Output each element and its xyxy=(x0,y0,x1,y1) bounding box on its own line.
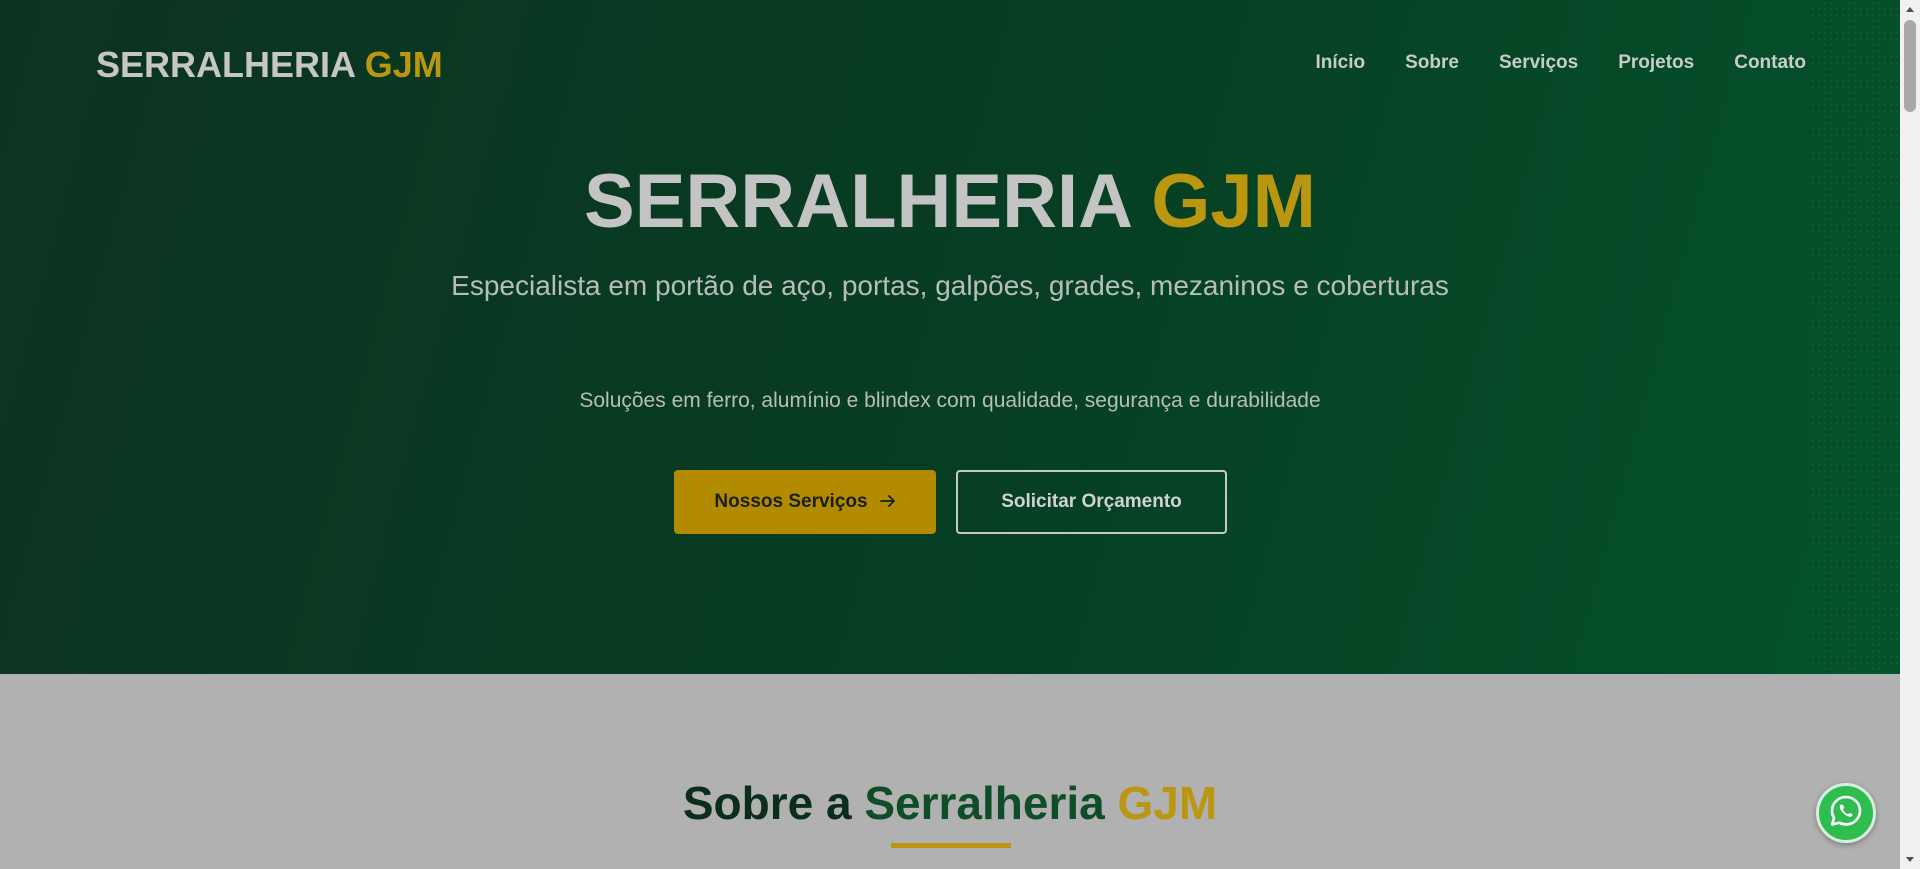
hero-section: SERRALHERIA GJM Início Sobre Serviços Pr… xyxy=(0,0,1900,674)
nav-item-sobre[interactable]: Sobre xyxy=(1405,52,1459,74)
whatsapp-icon xyxy=(1828,793,1864,834)
services-button[interactable]: Nossos Serviços xyxy=(674,470,936,534)
quote-button[interactable]: Solicitar Orçamento xyxy=(956,470,1227,534)
nav-item-servicos[interactable]: Serviços xyxy=(1499,52,1578,74)
arrow-right-icon xyxy=(879,491,896,514)
scroll-up-arrow-icon[interactable] xyxy=(1900,0,1920,18)
about-title-green: Serralheria xyxy=(864,777,1105,829)
hero-title-text: SERRALHERIA xyxy=(584,159,1131,244)
whatsapp-button[interactable] xyxy=(1816,783,1876,843)
hero-tagline: Soluções em ferro, alumínio e blindex co… xyxy=(579,389,1321,412)
logo-text: SERRALHERIA xyxy=(96,44,355,85)
about-title-prefix: Sobre a xyxy=(682,777,852,829)
hero-subtitle: Especialista em portão de aço, portas, g… xyxy=(451,270,1449,301)
nav-item-contato[interactable]: Contato xyxy=(1734,52,1806,74)
main-nav: Início Sobre Serviços Projetos Contato xyxy=(1275,52,1806,74)
nav-item-inicio[interactable]: Início xyxy=(1315,52,1365,74)
scrollbar[interactable] xyxy=(1900,0,1920,869)
logo[interactable]: SERRALHERIA GJM xyxy=(96,44,443,86)
about-title-accent: GJM xyxy=(1117,777,1218,829)
hero-title-accent: GJM xyxy=(1151,159,1316,244)
hero-title: SERRALHERIA GJM xyxy=(0,158,1900,245)
quote-button-label: Solicitar Orçamento xyxy=(1001,491,1182,512)
services-button-label: Nossos Serviços xyxy=(714,491,868,512)
about-title-underline xyxy=(891,843,1011,848)
scroll-down-arrow-icon[interactable] xyxy=(1900,851,1920,869)
logo-accent: GJM xyxy=(364,44,443,85)
page: SERRALHERIA GJM Início Sobre Serviços Pr… xyxy=(0,0,1900,869)
about-title: Sobre a Serralheria GJM xyxy=(0,776,1900,830)
nav-item-projetos[interactable]: Projetos xyxy=(1618,52,1694,74)
scrollbar-thumb[interactable] xyxy=(1904,20,1916,112)
